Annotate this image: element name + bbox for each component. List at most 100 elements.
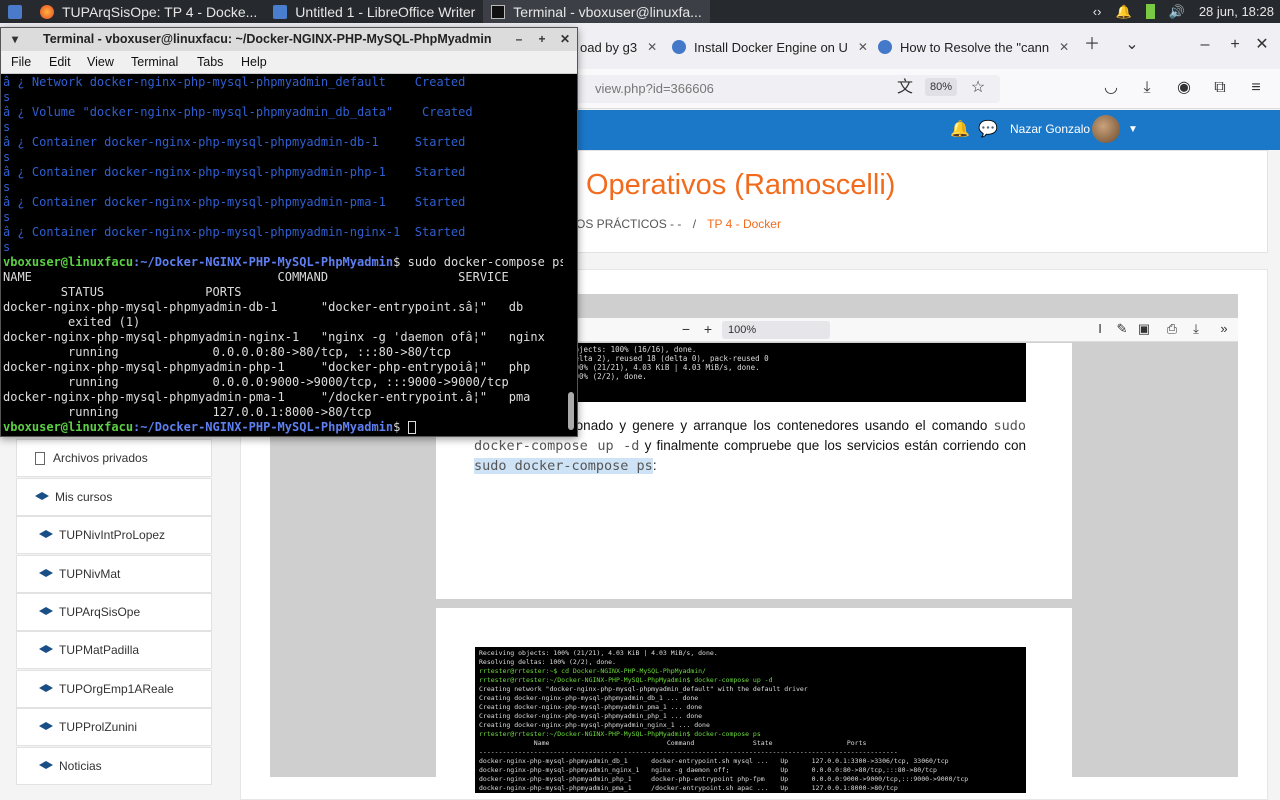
globe-icon [672,40,686,54]
course-header: Operativos (Ramoscelli) ABAJOS PRÁCTICOS… [545,150,1268,253]
browser-tab[interactable]: oad by g3 ✕ [580,33,657,61]
sidebar-item-label: TUPProlZunini [59,720,138,734]
menu-tabs[interactable]: Tabs [197,55,223,69]
sidebar-item-course[interactable]: TUPNivIntProLopez [16,516,212,554]
sidebar-item-archivos-privados[interactable]: Archivos privados [16,439,212,477]
close-icon[interactable]: ✕ [557,31,573,47]
account-icon[interactable]: ◉ [1174,78,1194,98]
zoom-in-icon[interactable]: + [698,320,718,338]
taskbar-item-terminal[interactable]: Terminal - vboxuser@linuxfa... [483,0,710,23]
tab-label: Install Docker Engine on U [694,39,848,55]
terminal-window[interactable]: ▾ Terminal - vboxuser@linuxfacu: ~/Docke… [0,27,578,437]
terminal-line: â ¿ Container docker-nginx-php-mysql-php… [3,225,563,239]
chevron-down-icon[interactable]: ⌄ [1122,35,1142,55]
taskbar-label: TUPArqSisOpe: TP 4 - Docke... [62,3,258,20]
img-line: Creating docker-nginx-php-mysql-phpmyadm… [479,694,699,702]
volume-icon[interactable]: 🔊 [1169,4,1185,20]
sidebar-item-mis-cursos[interactable]: Mis cursos [16,478,212,516]
menu-terminal[interactable]: Terminal [131,55,178,69]
tab-label: oad by g3 [580,39,638,55]
network-icon[interactable]: ‹› [1093,4,1102,19]
window-menu-icon[interactable]: ▾ [7,31,23,47]
terminal-titlebar[interactable]: ▾ Terminal - vboxuser@linuxfacu: ~/Docke… [1,28,577,51]
messages-icon[interactable]: 💬 [978,120,998,140]
menu-file[interactable]: File [11,55,31,69]
browser-tab[interactable]: How to Resolve the "cann ✕ [878,33,1069,61]
notification-bell-icon[interactable]: 🔔 [1115,4,1131,20]
prompt-symbol: $ [393,420,408,434]
new-tab-icon[interactable]: ＋ [1082,35,1102,55]
sidebar-item-course[interactable]: TUPProlZunini [16,708,212,746]
img-line: Creating docker-nginx-php-mysql-phpmyadm… [479,712,703,720]
sidebar-item-label: TUPArqSisOpe [59,605,141,619]
minimize-icon[interactable]: – [1195,35,1215,55]
star-icon[interactable]: ☆ [968,78,988,98]
terminal-line: â ¿ Network docker-nginx-php-mysql-phpmy… [3,75,563,89]
graduation-cap-icon [39,645,53,653]
terminal-output[interactable]: â ¿ Network docker-nginx-php-mysql-phpmy… [3,75,563,436]
sidebar-item-noticias[interactable]: Noticias [16,747,212,785]
breadcrumb-current[interactable]: TP 4 - Docker [707,217,781,231]
img-line: rrtester@rrtester:~/Docker-NGINX-PHP-MyS… [479,730,761,738]
menu-help[interactable]: Help [241,55,267,69]
avatar[interactable] [1092,115,1120,143]
menu-view[interactable]: View [87,55,114,69]
app-menu-icon[interactable] [8,4,22,19]
taskbar-label: Terminal - vboxuser@linuxfa... [513,3,702,20]
menu-edit[interactable]: Edit [49,55,71,69]
terminal-line: docker-nginx-php-mysql-phpmyadmin-pma-1 … [3,390,531,404]
clock[interactable]: 28 jun, 18:28 [1199,4,1274,19]
download-icon[interactable]: ⤓ [1137,78,1157,98]
minimize-icon[interactable]: – [511,31,527,47]
close-icon[interactable]: ✕ [1059,40,1069,54]
translate-icon[interactable]: 文 [895,78,915,98]
sidebar-item-label: TUPOrgEmp1AReale [59,682,174,696]
terminal-line: s [3,240,11,254]
img-line: Resolving deltas: 100% (2/2), done. [479,658,616,666]
text-cursor-icon[interactable]: I [1090,320,1110,338]
url-text[interactable]: view.php?id=366606 [595,81,714,96]
taskbar-item-writer[interactable]: Untitled 1 - LibreOffice Writer [265,0,483,23]
terminal-line: â ¿ Container docker-nginx-php-mysql-php… [3,135,563,149]
hamburger-menu-icon[interactable]: ≡ [1246,78,1266,98]
terminal-line: s [3,180,11,194]
img-line: Creating docker-nginx-php-mysql-phpmyadm… [479,721,710,729]
close-icon[interactable]: ✕ [858,40,868,54]
sidebar-item-label: TUPNivIntProLopez [59,528,166,542]
caret-down-icon[interactable]: ▼ [1123,120,1143,140]
browser-tab[interactable]: Install Docker Engine on U ✕ [672,33,868,61]
close-icon[interactable]: ✕ [1252,35,1272,55]
sidebar-item-label: TUPMatPadilla [59,643,140,657]
pdf-zoom-select[interactable]: 100% [722,321,830,339]
breadcrumb: ABAJOS PRÁCTICOS - - / TP 4 - Docker [546,217,781,231]
close-icon[interactable]: ✕ [647,40,657,54]
inline-code-highlighted: sudo docker-compose ps [474,458,653,474]
sidebar-item-label: Noticias [59,759,102,773]
img-line: 100% (2/2), done. [570,372,647,381]
notification-bell-icon[interactable]: 🔔 [950,120,970,140]
scrollbar-thumb[interactable] [568,392,574,430]
sidebar-item-course[interactable]: TUPNivMat [16,555,212,593]
zoom-out-icon[interactable]: − [676,320,696,338]
img-line: docker-nginx-php-mysql-phpmyadmin_php_1 … [479,775,969,783]
user-name[interactable]: Nazar Gonzalo [1010,122,1090,136]
paragraph-text: : [652,458,657,473]
image-icon[interactable]: ▣ [1134,320,1154,338]
sidebar-item-course[interactable]: TUPOrgEmp1AReale [16,670,212,708]
print-icon[interactable]: ⎙ [1162,320,1182,338]
terminal-line: s [3,210,11,224]
draw-icon[interactable]: ✎ [1112,320,1132,338]
save-icon[interactable]: ⤓ [1186,320,1206,338]
maximize-icon[interactable]: + [534,31,550,47]
extensions-icon[interactable]: ⧉ [1210,78,1230,98]
more-tools-icon[interactable]: » [1214,320,1234,338]
battery-icon[interactable] [1145,4,1155,19]
zoom-level[interactable]: 80% [925,78,958,96]
taskbar-item-firefox[interactable]: TUPArqSisOpe: TP 4 - Docke... [32,0,265,23]
sidebar-item-course[interactable]: TUPArqSisOpe [16,593,212,631]
terminal-line: â ¿ Container docker-nginx-php-mysql-php… [3,195,563,209]
maximize-icon[interactable]: + [1225,35,1245,55]
img-line: Name Command State Ports [479,739,867,747]
pocket-icon[interactable]: ◡ [1101,78,1121,98]
sidebar-item-course[interactable]: TUPMatPadilla [16,631,212,669]
